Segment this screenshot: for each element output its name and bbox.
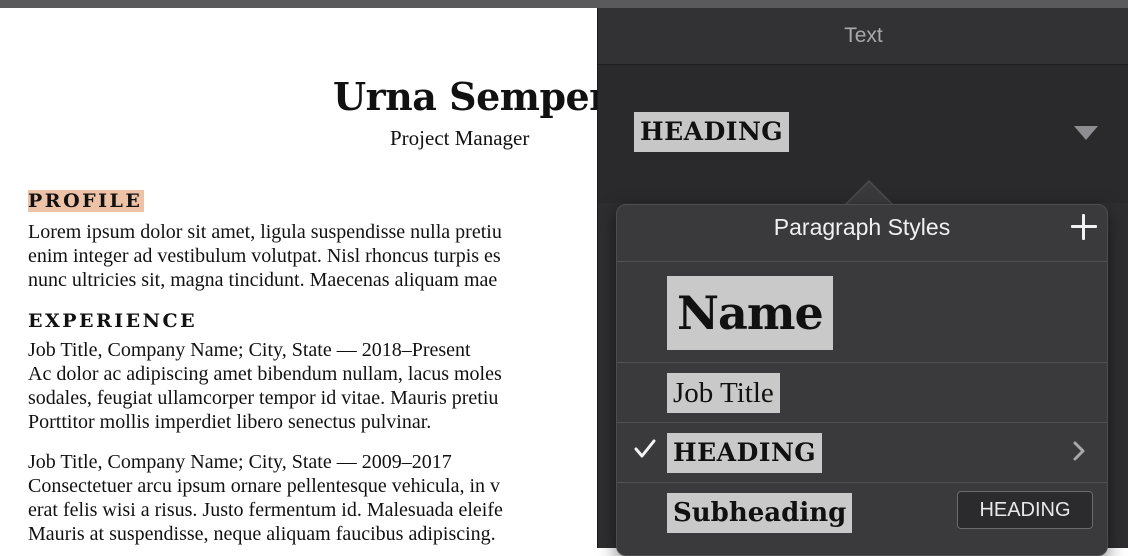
popover-header: Paragraph Styles	[617, 205, 1107, 262]
text-line: Mauris at suspendisse, neque aliquam fau…	[28, 523, 496, 545]
text-line: sodales, feugiat ullamcorper tempor id v…	[28, 387, 499, 409]
popover-caret-inner	[846, 182, 892, 205]
text-line: Lorem ipsum dolor sit amet, ligula suspe…	[28, 221, 502, 243]
style-item-label: Name	[667, 276, 833, 350]
document-canvas[interactable]: Urna Semper Project Manager PROFILE Lore…	[0, 8, 598, 548]
chevron-right-icon[interactable]	[1069, 439, 1089, 463]
text-line: enim integer ad vestibulum volutpat. Nis…	[28, 245, 501, 267]
text-line: erat felis wisi a risus. Justo fermentum…	[28, 499, 503, 521]
text-line: Job Title, Company Name; City, State — 2…	[28, 339, 471, 361]
style-item-label: Job Title	[667, 373, 780, 413]
style-item-name[interactable]: Name	[617, 262, 1107, 363]
text-line: Job Title, Company Name; City, State — 2…	[28, 451, 452, 473]
style-item-label: Subheading	[667, 493, 853, 533]
document-name[interactable]: Urna Semper	[333, 74, 598, 119]
experience-job-1[interactable]: Job Title, Company Name; City, State — 2…	[28, 338, 598, 434]
style-item-heading[interactable]: HEADING	[617, 423, 1107, 483]
checkmark-icon	[634, 439, 656, 458]
text-line: Ac dolor ac adipiscing amet bibendum nul…	[28, 363, 502, 385]
text-line: Consectetuer arcu ipsum ornare pellentes…	[28, 475, 501, 497]
text-line: nunc ultricies sit, magna tincidunt. Mae…	[28, 269, 498, 291]
experience-job-2[interactable]: Job Title, Company Name; City, State — 2…	[28, 450, 598, 546]
paragraph-styles-popover: Paragraph Styles Name Job Title HEADING …	[616, 204, 1108, 556]
experience-heading[interactable]: EXPERIENCE	[28, 310, 199, 332]
dropdown-arrow-icon[interactable]	[1074, 126, 1098, 140]
current-style-label: HEADING	[634, 112, 790, 152]
popover-title: Paragraph Styles	[773, 214, 951, 240]
style-item-job-title[interactable]: Job Title	[617, 363, 1107, 423]
window-top-bar	[0, 0, 1128, 8]
profile-paragraph[interactable]: Lorem ipsum dolor sit amet, ligula suspe…	[28, 220, 598, 292]
style-item-label: HEADING	[667, 433, 823, 473]
profile-heading[interactable]: PROFILE	[28, 190, 145, 212]
panel-tab-text[interactable]: Text	[598, 8, 1128, 65]
text-line: Porttitor mollis imperdiet libero senect…	[28, 411, 432, 433]
style-tooltip: HEADING	[957, 491, 1093, 529]
style-item-subheading[interactable]: Subheading HEADING	[617, 483, 1107, 553]
plus-icon[interactable]	[1069, 211, 1099, 241]
document-job-title[interactable]: Project Manager	[390, 126, 529, 151]
